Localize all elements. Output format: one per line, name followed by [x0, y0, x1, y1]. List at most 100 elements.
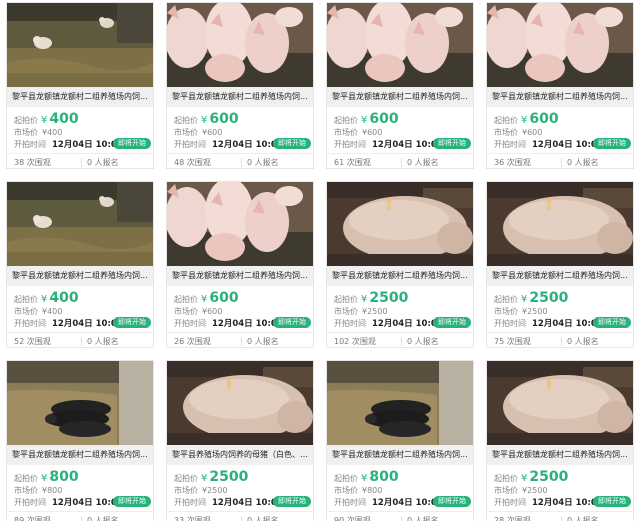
view-count-suffix: 次围观: [506, 337, 531, 346]
auction-card[interactable]: 黎平县龙额镇龙额村二组养殖场内饲... 起拍价 ¥400 市场价 ¥400 开拍时间…: [6, 181, 154, 348]
item-title[interactable]: 黎平县龙额镇龙额村二组养殖场内饲...: [167, 266, 313, 286]
item-title[interactable]: 黎平县龙额镇龙额村二组养殖场内饲...: [167, 87, 313, 107]
start-time-label: 开拍时间: [334, 498, 366, 507]
start-price-label: 起拍价: [174, 116, 198, 125]
market-price-value: ¥600: [522, 128, 543, 137]
item-photo[interactable]: [7, 182, 153, 266]
currency-symbol: ¥: [201, 294, 208, 305]
footer-divider: [401, 516, 402, 521]
signup-count: 0 人报名: [567, 154, 599, 168]
auction-card[interactable]: 黎平县龙额镇龙额村二组养殖场内饲... 起拍价 ¥600 市场价 ¥600 开拍时间…: [486, 2, 634, 169]
start-price-row: 起拍价 ¥800: [334, 468, 399, 486]
start-time-value: 12月04日 10:00: [52, 140, 123, 150]
start-price-value: 600: [209, 290, 239, 306]
view-count: 48 次围观: [174, 154, 211, 168]
item-photo[interactable]: [487, 182, 633, 266]
start-time-value: 12月04日 10:00: [372, 498, 443, 508]
start-time-row: 开拍时间 12月04日 10:00: [14, 318, 123, 330]
card-footer: 75 次围观 0 人报名: [487, 332, 633, 347]
item-title[interactable]: 黎平县龙额镇龙额村二组养殖场内饲...: [7, 87, 153, 107]
item-title[interactable]: 黎平县龙额镇龙额村二组养殖场内饲...: [487, 87, 633, 107]
signup-count-value: 0: [87, 337, 93, 346]
signup-count-suffix: 人报名: [414, 158, 439, 167]
start-time-row: 开拍时间 12月04日 10:00: [334, 139, 443, 151]
start-price-row: 起拍价 ¥600: [174, 110, 239, 128]
start-price-value: 2500: [209, 469, 249, 485]
signup-count-value: 0: [407, 158, 413, 167]
currency-symbol: ¥: [521, 294, 528, 305]
item-photo[interactable]: [7, 3, 153, 87]
start-price-label: 起拍价: [174, 295, 198, 304]
footer-divider: [561, 516, 562, 521]
market-price-value: ¥600: [202, 128, 223, 137]
item-photo[interactable]: [327, 361, 473, 445]
start-price-row: 起拍价 ¥600: [494, 110, 559, 128]
auction-card[interactable]: 黎平县龙额镇龙额村二组养殖场内饲... 起拍价 ¥2500 市场价 ¥2500 开拍…: [486, 181, 634, 348]
item-photo[interactable]: [167, 182, 313, 266]
item-title[interactable]: 黎平县养殖场内饲养的母猪（白色、3...: [167, 445, 313, 465]
item-photo[interactable]: [327, 182, 473, 266]
currency-symbol: ¥: [41, 115, 48, 126]
signup-count-suffix: 人报名: [254, 516, 279, 521]
start-time-value: 12月04日 10:00: [52, 498, 123, 508]
item-title[interactable]: 黎平县龙额镇龙额村二组养殖场内饲...: [327, 266, 473, 286]
auction-card[interactable]: 黎平县养殖场内饲养的母猪（白色、3... 起拍价 ¥2500 市场价 ¥2500 开…: [166, 360, 314, 521]
auction-card[interactable]: 黎平县龙额镇龙额村二组养殖场内饲... 起拍价 ¥2500 市场价 ¥2500 开拍…: [326, 181, 474, 348]
auction-card[interactable]: 黎平县龙额镇龙额村二组养殖场内饲... 起拍价 ¥600 市场价 ¥600 开拍时间…: [166, 181, 314, 348]
view-count-suffix: 次围观: [186, 516, 211, 521]
start-time-label: 开拍时间: [14, 319, 46, 328]
signup-count: 0 人报名: [87, 154, 119, 168]
signup-count-suffix: 人报名: [254, 158, 279, 167]
auction-card[interactable]: 黎平县龙额镇龙额村二组养殖场内饲... 起拍价 ¥400 市场价 ¥400 开拍时间…: [6, 2, 154, 169]
start-time-row: 开拍时间 12月04日 10:00: [174, 318, 283, 330]
start-price-value: 400: [49, 111, 79, 127]
view-count: 89 次围观: [14, 512, 51, 521]
card-footer: 61 次围观 0 人报名: [327, 153, 473, 168]
status-badge: 即将开始: [433, 138, 471, 149]
item-title[interactable]: 黎平县龙额镇龙额村二组养殖场内饲...: [487, 445, 633, 465]
item-photo[interactable]: [7, 361, 153, 445]
start-price-value: 600: [529, 111, 559, 127]
auction-card[interactable]: 黎平县龙额镇龙额村二组养殖场内饲... 起拍价 ¥800 市场价 ¥800 开拍时间…: [6, 360, 154, 521]
item-photo[interactable]: [487, 3, 633, 87]
item-title[interactable]: 黎平县龙额镇龙额村二组养殖场内饲...: [7, 266, 153, 286]
view-count-value: 48: [174, 158, 185, 167]
item-photo[interactable]: [327, 3, 473, 87]
auction-card[interactable]: 黎平县龙额镇龙额村二组养殖场内饲... 起拍价 ¥600 市场价 ¥600 开拍时间…: [326, 2, 474, 169]
auction-card[interactable]: 黎平县龙额镇龙额村二组养殖场内饲... 起拍价 ¥800 市场价 ¥800 开拍时间…: [326, 360, 474, 521]
item-photo[interactable]: [167, 361, 313, 445]
auction-card[interactable]: 黎平县龙额镇龙额村二组养殖场内饲... 起拍价 ¥600 市场价 ¥600 开拍时间…: [166, 2, 314, 169]
signup-count-suffix: 人报名: [94, 158, 119, 167]
market-price-label: 市场价: [494, 486, 518, 495]
start-time-label: 开拍时间: [174, 140, 206, 149]
start-price-row: 起拍价 ¥400: [14, 110, 79, 128]
start-time-label: 开拍时间: [494, 498, 526, 507]
item-title[interactable]: 黎平县龙额镇龙额村二组养殖场内饲...: [327, 445, 473, 465]
start-time-label: 开拍时间: [174, 319, 206, 328]
auction-card[interactable]: 黎平县龙额镇龙额村二组养殖场内饲... 起拍价 ¥2500 市场价 ¥2500 开拍…: [486, 360, 634, 521]
view-count: 38 次围观: [14, 154, 51, 168]
status-badge: 即将开始: [273, 138, 311, 149]
start-price-value: 800: [49, 469, 79, 485]
footer-divider: [401, 158, 402, 167]
signup-count: 0 人报名: [87, 333, 119, 347]
signup-count: 0 人报名: [247, 333, 279, 347]
footer-divider: [241, 337, 242, 346]
card-footer: 36 次围观 0 人报名: [487, 153, 633, 168]
view-count-value: 33: [174, 516, 185, 521]
market-price-value: ¥600: [202, 307, 223, 316]
footer-divider: [561, 158, 562, 167]
status-badge: 即将开始: [433, 496, 471, 507]
start-price-value: 600: [209, 111, 239, 127]
market-price-row: 市场价 ¥600: [494, 127, 542, 139]
market-price-row: 市场价 ¥600: [334, 127, 382, 139]
market-price-label: 市场价: [334, 307, 358, 316]
item-title[interactable]: 黎平县龙额镇龙额村二组养殖场内饲...: [327, 87, 473, 107]
start-time-row: 开拍时间 12月04日 10:00: [14, 497, 123, 509]
item-photo[interactable]: [167, 3, 313, 87]
start-time-value: 12月04日 10:00: [532, 498, 603, 508]
item-title[interactable]: 黎平县龙额镇龙额村二组养殖场内饲...: [7, 445, 153, 465]
view-count: 28 次围观: [494, 512, 531, 521]
item-title[interactable]: 黎平县龙额镇龙额村二组养殖场内饲...: [487, 266, 633, 286]
item-photo[interactable]: [487, 361, 633, 445]
